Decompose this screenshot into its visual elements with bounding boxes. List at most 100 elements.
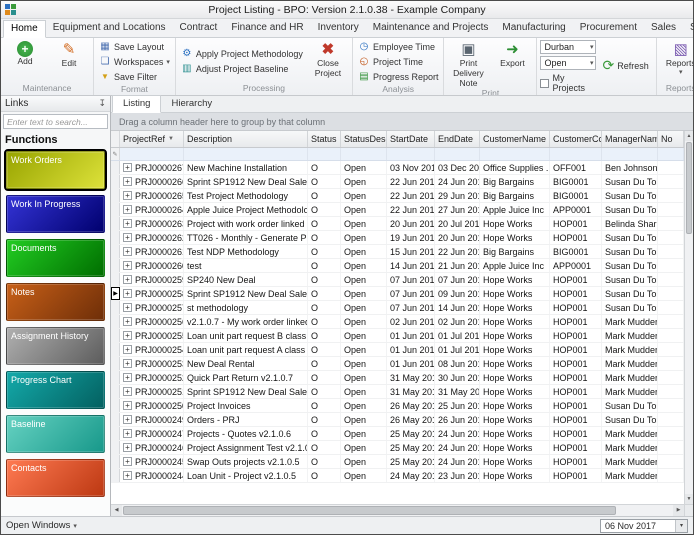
save-layout-button[interactable]: ▦ Save Layout <box>97 39 172 54</box>
add-button[interactable]: + Add <box>4 39 46 83</box>
tab-listing[interactable]: Listing <box>112 95 161 113</box>
column-header-customername[interactable]: CustomerName <box>480 131 550 147</box>
expand-icon[interactable]: + <box>123 471 132 480</box>
ribbon-tab-procurement[interactable]: Procurement <box>573 20 644 37</box>
ribbon-tab-home[interactable]: Home <box>3 20 46 38</box>
expand-icon[interactable]: + <box>123 303 132 312</box>
table-row[interactable]: +PRJ0000244Loan Unit - Project v2.1.0.5O… <box>111 469 684 483</box>
sidebar-item-notes[interactable]: Notes <box>6 283 105 321</box>
table-row[interactable]: +PRJ0000245Swap Outs projects v2.1.0.5OO… <box>111 455 684 469</box>
ribbon-tab-maintenance-and-projects[interactable]: Maintenance and Projects <box>366 20 496 37</box>
expand-icon[interactable]: + <box>123 457 132 466</box>
expand-icon[interactable]: + <box>123 429 132 438</box>
column-header-statusdesc[interactable]: StatusDesc <box>341 131 387 147</box>
table-row[interactable]: +PRJ0000255Loan unit part request B clas… <box>111 329 684 343</box>
vertical-scroll-thumb[interactable] <box>686 142 692 234</box>
employee-time-button[interactable]: ◷ Employee Time <box>356 39 441 54</box>
column-header-description[interactable]: Description <box>184 131 308 147</box>
column-header-no[interactable]: No <box>658 131 684 147</box>
table-row[interactable]: +PRJ0000256v2.1.0.7 - My work order link… <box>111 315 684 329</box>
table-row[interactable]: +PRJ0000266Sprint SP1912 New Deal SaleOO… <box>111 175 684 189</box>
expand-icon[interactable]: + <box>123 233 132 242</box>
table-row[interactable]: +PRJ0000253New Deal RentalOOpen01 Jun 20… <box>111 357 684 371</box>
column-header-status[interactable]: Status <box>308 131 341 147</box>
column-header-customercode[interactable]: CustomerCode <box>550 131 602 147</box>
edit-button[interactable]: ✎ Edit <box>48 39 90 83</box>
ribbon-tab-finance-and-hr[interactable]: Finance and HR <box>224 20 310 37</box>
horizontal-scroll-track[interactable] <box>617 505 673 516</box>
adjust-project-baseline-button[interactable]: ▥ Adjust Project Baseline <box>179 61 305 76</box>
project-time-button[interactable]: ◵ Project Time <box>356 54 441 69</box>
save-filter-button[interactable]: ▼ Save Filter <box>97 69 172 84</box>
expand-icon[interactable]: + <box>123 359 132 368</box>
ribbon-tab-manufacturing[interactable]: Manufacturing <box>495 20 572 37</box>
ribbon-tab-sales[interactable]: Sales <box>644 20 683 37</box>
scroll-up-icon[interactable]: ▲ <box>685 131 693 141</box>
sidebar-item-documents[interactable]: Documents <box>6 239 105 277</box>
vertical-scroll-track[interactable] <box>685 235 693 494</box>
table-row[interactable]: +PRJ0000263Project with work order linke… <box>111 217 684 231</box>
date-picker[interactable]: 06 Nov 2017 ▾ <box>600 519 688 533</box>
expand-icon[interactable]: + <box>123 177 132 186</box>
table-row[interactable]: +PRJ0000249Orders - PRJOOpen26 May 20172… <box>111 413 684 427</box>
apply-project-methodology-button[interactable]: ⚙ Apply Project Methodology <box>179 46 305 61</box>
scroll-left-icon[interactable]: ◀ <box>111 505 122 516</box>
table-row[interactable]: +PRJ0000247Projects - Quotes v2.1.0.6OOp… <box>111 427 684 441</box>
scroll-right-icon[interactable]: ▶ <box>673 505 684 516</box>
open-windows-button[interactable]: Open Windows ▾ <box>6 520 77 531</box>
expand-icon[interactable]: + <box>123 317 132 326</box>
refresh-button[interactable]: ⟳ Refresh <box>598 39 652 93</box>
table-row[interactable]: +PRJ0000252Quick Part Return v2.1.0.7OOp… <box>111 371 684 385</box>
filter-cell-customername[interactable] <box>480 148 550 160</box>
ribbon-tab-equipment-and-locations[interactable]: Equipment and Locations <box>46 20 173 37</box>
table-row[interactable]: +PRJ0000262TT026 - Monthly - Generate Pr… <box>111 231 684 245</box>
ribbon-tab-inventory[interactable]: Inventory <box>311 20 366 37</box>
filter-cell-startdate[interactable] <box>387 148 435 160</box>
ribbon-tab-service[interactable]: Service <box>683 20 694 37</box>
expand-icon[interactable]: + <box>123 191 132 200</box>
column-header-projectref[interactable]: ProjectRef▼ <box>120 131 184 147</box>
expand-icon[interactable]: + <box>123 345 132 354</box>
filter-cell-description[interactable] <box>184 148 308 160</box>
expand-icon[interactable]: + <box>123 387 132 396</box>
filter-cell-managername[interactable] <box>602 148 658 160</box>
horizontal-scroll-thumb[interactable] <box>123 506 616 515</box>
pin-icon[interactable]: ↧ <box>98 98 106 109</box>
expand-icon[interactable]: + <box>123 401 132 410</box>
expand-icon[interactable]: + <box>123 219 132 228</box>
expand-icon[interactable]: + <box>123 247 132 256</box>
progress-report-button[interactable]: ▤ Progress Report <box>356 69 441 84</box>
reports-button[interactable]: ▧ Reports ▾ <box>660 39 693 83</box>
table-row[interactable]: +PRJ0000259SP240 New DealOOpen07 Jun 201… <box>111 273 684 287</box>
table-row[interactable]: +PRJ0000250Project InvoicesOOpen26 May 2… <box>111 399 684 413</box>
expand-icon[interactable]: + <box>123 205 132 214</box>
horizontal-scrollbar[interactable]: ◀ ▶ <box>111 504 693 516</box>
workspaces-button[interactable]: ❏ Workspaces ▾ <box>97 54 172 69</box>
group-by-bar[interactable]: Drag a column header here to group by th… <box>111 113 693 131</box>
sidebar-item-assignment-history[interactable]: Assignment History <box>6 327 105 365</box>
expand-icon[interactable]: + <box>123 261 132 270</box>
table-row[interactable]: +PRJ0000265Test Project MethodologyOOpen… <box>111 189 684 203</box>
expand-icon[interactable]: + <box>123 373 132 382</box>
vertical-scrollbar[interactable]: ▲ ▼ <box>684 131 693 504</box>
expand-icon[interactable]: + <box>123 331 132 340</box>
site-select[interactable]: Durban ▾ <box>540 40 596 54</box>
export-button[interactable]: ➜ Export <box>491 39 533 88</box>
column-header-managername[interactable]: ManagerName <box>602 131 658 147</box>
sidebar-item-work-in-progress[interactable]: Work In Progress <box>6 195 105 233</box>
sidebar-item-contacts[interactable]: Contacts <box>6 459 105 497</box>
sidebar-item-work-orders[interactable]: Work Orders <box>6 151 105 189</box>
table-row[interactable]: +PRJ0000260testOOpen14 Jun 201721 Jun 20… <box>111 259 684 273</box>
table-row[interactable]: +PRJ0000254Loan unit part request A clas… <box>111 343 684 357</box>
status-select[interactable]: Open ▾ <box>540 56 596 70</box>
filter-cell-statusdesc[interactable] <box>341 148 387 160</box>
table-row[interactable]: +PRJ0000257st methodologyOOpen07 Jun 201… <box>111 301 684 315</box>
column-header-startdate[interactable]: StartDate <box>387 131 435 147</box>
filter-cell-enddate[interactable] <box>435 148 480 160</box>
column-header-enddate[interactable]: EndDate <box>435 131 480 147</box>
close-project-button[interactable]: ✖ Close Project <box>307 39 349 83</box>
my-projects-checkbox[interactable]: My Projects <box>540 73 596 93</box>
print-delivery-note-button[interactable]: ▣ Print Delivery Note <box>447 39 489 88</box>
scroll-down-icon[interactable]: ▼ <box>685 494 693 504</box>
ribbon-tab-contract[interactable]: Contract <box>173 20 225 37</box>
